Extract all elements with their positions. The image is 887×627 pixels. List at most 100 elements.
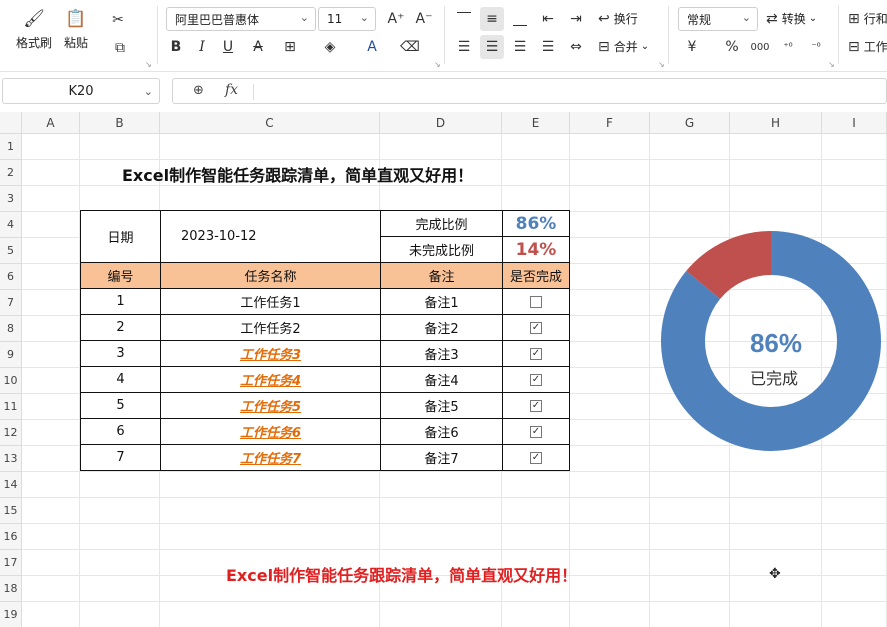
row-header-16[interactable]: 16 bbox=[0, 524, 22, 550]
spreadsheet-grid[interactable]: ABCDEFGHI 1 2 3 4 5 6 7 8 9 10 11 12 13 14 15 16 17 18 19 … bbox=[0, 112, 887, 627]
date-value-cell[interactable]: 2023-10-12 bbox=[160, 210, 381, 263]
undone-ratio-label[interactable]: 未完成比例 bbox=[380, 236, 503, 263]
task-name-cell[interactable]: 工作任务4 bbox=[160, 366, 381, 393]
currency-button[interactable]: ¥ bbox=[680, 35, 704, 59]
thousands-button[interactable]: 000 bbox=[748, 35, 772, 59]
align-right-button[interactable]: ☰ bbox=[508, 35, 532, 59]
row-header-4[interactable]: 4 bbox=[0, 212, 22, 238]
increase-decimal-button[interactable]: ⁺⁰ bbox=[776, 35, 800, 59]
task-note-cell[interactable]: 备注6 bbox=[380, 418, 503, 445]
task-done-checkbox[interactable]: ✓ bbox=[530, 321, 542, 334]
column-header-c[interactable]: C bbox=[160, 112, 380, 134]
bold-button[interactable]: B bbox=[164, 35, 188, 59]
done-ratio-value[interactable]: 86% bbox=[502, 210, 570, 237]
row-header-11[interactable]: 11 bbox=[0, 394, 22, 420]
row-header-15[interactable]: 15 bbox=[0, 498, 22, 524]
column-header-g[interactable]: G bbox=[650, 112, 730, 134]
row-header-6[interactable]: 6 bbox=[0, 264, 22, 290]
done-ratio-label[interactable]: 完成比例 bbox=[380, 210, 503, 237]
clear-button[interactable]: ⌫ bbox=[398, 35, 422, 59]
percent-button[interactable]: % bbox=[720, 35, 744, 59]
task-name-cell[interactable]: 工作任务1 bbox=[160, 288, 381, 315]
task-note-cell[interactable]: 备注5 bbox=[380, 392, 503, 419]
format-painter-button[interactable]: 🖌 格式刷 bbox=[16, 8, 52, 51]
task-done-checkbox[interactable] bbox=[530, 295, 542, 308]
function-icon[interactable]: fx bbox=[225, 82, 238, 98]
number-launcher-icon[interactable]: ↘ bbox=[828, 60, 835, 69]
task-note-cell[interactable]: 备注3 bbox=[380, 340, 503, 367]
row-header-12[interactable]: 12 bbox=[0, 420, 22, 446]
task-name-cell[interactable]: 工作任务7 bbox=[160, 444, 381, 471]
task-no-cell[interactable]: 4 bbox=[80, 366, 161, 393]
date-label-cell[interactable]: 日期 bbox=[80, 210, 161, 263]
row-header-7[interactable]: 7 bbox=[0, 290, 22, 316]
zoom-icon[interactable]: ⊕ bbox=[193, 83, 204, 98]
align-top-button[interactable]: ⎺ bbox=[452, 7, 476, 31]
task-name-cell[interactable]: 工作任务5 bbox=[160, 392, 381, 419]
undone-ratio-value[interactable]: 14% bbox=[502, 236, 570, 263]
distributed-button[interactable]: ⇔ bbox=[564, 35, 588, 59]
task-done-checkbox[interactable]: ✓ bbox=[530, 399, 542, 412]
header-task-name[interactable]: 任务名称 bbox=[160, 262, 381, 289]
name-box[interactable]: K20 ⌄ bbox=[2, 78, 160, 104]
column-header-a[interactable]: A bbox=[22, 112, 80, 134]
header-done[interactable]: 是否完成 bbox=[502, 262, 570, 289]
row-header-10[interactable]: 10 bbox=[0, 368, 22, 394]
task-note-cell[interactable]: 备注7 bbox=[380, 444, 503, 471]
task-done-checkbox[interactable]: ✓ bbox=[530, 373, 542, 386]
row-header-8[interactable]: 8 bbox=[0, 316, 22, 342]
task-done-checkbox[interactable]: ✓ bbox=[530, 347, 542, 360]
underline-button[interactable]: U bbox=[216, 35, 240, 59]
task-name-cell[interactable]: 工作任务3 bbox=[160, 340, 381, 367]
font-size-select[interactable]: 11 ⌄ bbox=[318, 7, 376, 31]
align-center-button[interactable]: ☰ bbox=[480, 35, 504, 59]
column-header-i[interactable]: I bbox=[822, 112, 887, 134]
align-middle-button[interactable]: ≡ bbox=[480, 7, 504, 31]
worksheet-button[interactable]: ⊟ 工作 bbox=[848, 38, 887, 55]
alignment-launcher-icon[interactable]: ↘ bbox=[658, 60, 665, 69]
decrease-indent-button[interactable]: ⇤ bbox=[536, 7, 560, 31]
row-header-18[interactable]: 18 bbox=[0, 576, 22, 602]
task-name-cell[interactable]: 工作任务2 bbox=[160, 314, 381, 341]
number-format-select[interactable]: 常规 ⌄ bbox=[678, 7, 758, 31]
font-name-select[interactable]: 阿里巴巴普惠体 ⌄ bbox=[166, 7, 316, 31]
task-note-cell[interactable]: 备注1 bbox=[380, 288, 503, 315]
task-done-checkbox[interactable]: ✓ bbox=[530, 425, 542, 438]
row-header-17[interactable]: 17 bbox=[0, 550, 22, 576]
column-header-h[interactable]: H bbox=[730, 112, 822, 134]
row-header-19[interactable]: 19 bbox=[0, 602, 22, 627]
task-no-cell[interactable]: 3 bbox=[80, 340, 161, 367]
column-header-d[interactable]: D bbox=[380, 112, 502, 134]
copy-button[interactable]: ⧉ bbox=[108, 36, 132, 60]
row-header-3[interactable]: 3 bbox=[0, 186, 22, 212]
task-done-checkbox[interactable]: ✓ bbox=[530, 451, 542, 464]
task-note-cell[interactable]: 备注2 bbox=[380, 314, 503, 341]
clipboard-launcher-icon[interactable]: ↘ bbox=[145, 60, 152, 69]
strikethrough-button[interactable]: A bbox=[246, 35, 270, 59]
increase-indent-button[interactable]: ⇥ bbox=[564, 7, 588, 31]
decrease-font-button[interactable]: A⁻ bbox=[412, 7, 436, 31]
select-all-corner[interactable] bbox=[0, 112, 22, 134]
header-no[interactable]: 编号 bbox=[80, 262, 161, 289]
row-header-1[interactable]: 1 bbox=[0, 134, 22, 160]
border-button[interactable]: ⊞ bbox=[278, 35, 302, 59]
align-left-button[interactable]: ☰ bbox=[452, 35, 476, 59]
task-no-cell[interactable]: 2 bbox=[80, 314, 161, 341]
task-note-cell[interactable]: 备注4 bbox=[380, 366, 503, 393]
row-header-14[interactable]: 14 bbox=[0, 472, 22, 498]
align-bottom-button[interactable]: ⎽ bbox=[508, 7, 532, 31]
wrap-text-button[interactable]: ↩ 换行 bbox=[598, 10, 638, 27]
header-note[interactable]: 备注 bbox=[380, 262, 503, 289]
font-launcher-icon[interactable]: ↘ bbox=[434, 60, 441, 69]
cut-button[interactable]: ✂ bbox=[106, 8, 130, 32]
row-header-2[interactable]: 2 bbox=[0, 160, 22, 186]
formula-input[interactable]: ⊕ fx bbox=[172, 78, 887, 104]
font-color-button[interactable]: A bbox=[360, 35, 384, 59]
increase-font-button[interactable]: A⁺ bbox=[384, 7, 408, 31]
decrease-decimal-button[interactable]: ⁻⁰ bbox=[804, 35, 828, 59]
task-no-cell[interactable]: 6 bbox=[80, 418, 161, 445]
column-header-e[interactable]: E bbox=[502, 112, 570, 134]
paste-button[interactable]: 📋 粘贴 bbox=[64, 8, 88, 51]
task-no-cell[interactable]: 5 bbox=[80, 392, 161, 419]
italic-button[interactable]: I bbox=[190, 35, 214, 59]
